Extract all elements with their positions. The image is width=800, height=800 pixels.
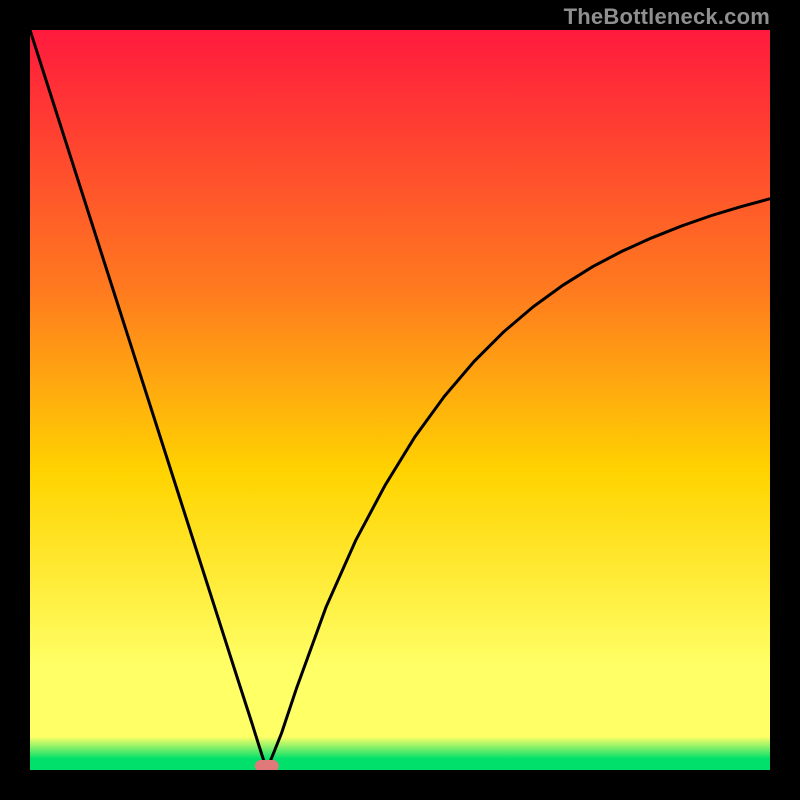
plot-background [30,30,770,770]
watermark-text: TheBottleneck.com [564,4,770,30]
chart-frame: { "watermark": "TheBottleneck.com", "col… [0,0,800,800]
bottleneck-plot [30,30,770,770]
min-marker [255,760,279,770]
